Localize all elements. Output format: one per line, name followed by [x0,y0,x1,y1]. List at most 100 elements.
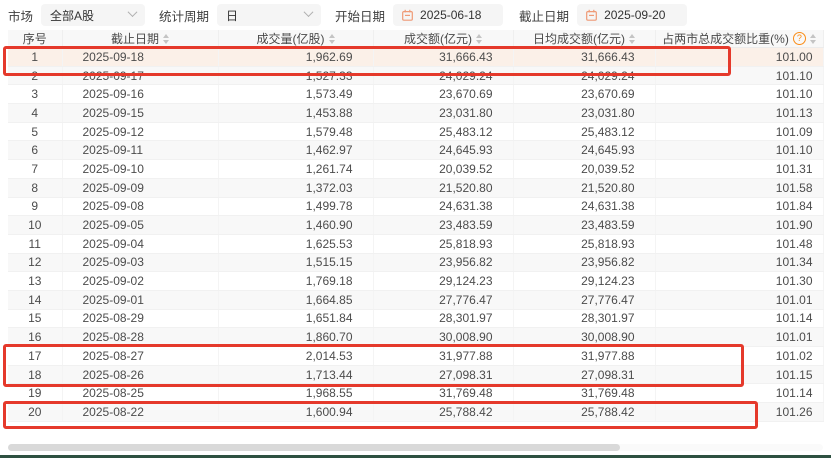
cell-amount: 21,520.80 [373,178,513,197]
cell-volume: 1,962.69 [218,48,373,67]
cell-pct-of-total: 101.01 [655,328,823,347]
horizontal-scrollbar-track[interactable] [8,444,823,451]
cell-volume: 1,372.03 [218,178,373,197]
end-date-picker[interactable]: 2025-09-20 [577,4,687,26]
cell-pct-of-total: 101.26 [655,403,823,422]
table-row: 14 2025-09-01 1,664.85 27,776.47 27,776.… [8,290,823,309]
cell-index: 20 [8,403,62,422]
table-row: 16 2025-08-28 1,860.70 30,008.90 30,008.… [8,328,823,347]
cell-index: 8 [8,178,62,197]
table-row: 18 2025-08-26 1,713.44 27,098.31 27,098.… [8,365,823,384]
end-date-label: 截止日期 [519,6,569,25]
cell-pct-of-total: 101.10 [655,141,823,160]
cell-daily-avg-amount: 21,520.80 [513,178,655,197]
market-stats-page: 市场 全部A股 统计周期 日 开始日期 2025-06-18 截止日期 [0,0,831,458]
market-turnover-table: 序号 截止日期 成交量(亿股) 成交额(亿元) [8,30,824,422]
cell-volume: 1,769.18 [218,272,373,291]
cell-daily-avg-amount: 28,301.97 [513,309,655,328]
cell-index: 14 [8,290,62,309]
cell-amount: 27,776.47 [373,290,513,309]
cell-amount: 31,666.43 [373,48,513,67]
cell-end-date: 2025-09-18 [62,48,218,67]
cell-daily-avg-amount: 27,776.47 [513,290,655,309]
col-header-pct-of-total[interactable]: 占两市总成交额比重(%) ? [655,30,823,48]
cell-amount: 23,483.59 [373,216,513,235]
cell-index: 1 [8,48,62,67]
cell-amount: 31,769.48 [373,384,513,403]
cell-end-date: 2025-09-17 [62,66,218,85]
col-header-amount[interactable]: 成交额(亿元) [373,30,513,48]
cell-daily-avg-amount: 25,483.12 [513,122,655,141]
cell-index: 7 [8,160,62,179]
horizontal-scrollbar-thumb[interactable] [8,444,620,451]
table-row: 15 2025-08-29 1,651.84 28,301.97 28,301.… [8,309,823,328]
cell-volume: 1,527.33 [218,66,373,85]
market-label: 市场 [8,6,33,25]
cell-daily-avg-amount: 30,008.90 [513,328,655,347]
cell-daily-avg-amount: 24,631.38 [513,197,655,216]
cell-pct-of-total: 101.14 [655,384,823,403]
cell-pct-of-total: 101.02 [655,347,823,366]
calendar-icon [401,9,414,22]
col-header-daily-avg-amount[interactable]: 日均成交额(亿元) [513,30,655,48]
cell-volume: 1,600.94 [218,403,373,422]
cell-pct-of-total: 101.14 [655,309,823,328]
table-header-row: 序号 截止日期 成交量(亿股) 成交额(亿元) [8,30,823,48]
cell-end-date: 2025-08-25 [62,384,218,403]
cell-amount: 23,956.82 [373,253,513,272]
help-circle-icon[interactable]: ? [793,32,806,45]
cell-index: 10 [8,216,62,235]
cell-pct-of-total: 101.84 [655,197,823,216]
cell-volume: 1,713.44 [218,365,373,384]
sort-icon[interactable] [329,34,335,44]
sort-icon[interactable] [629,34,635,44]
cell-volume: 1,625.53 [218,234,373,253]
table-row: 1 2025-09-18 1,962.69 31,666.43 31,666.4… [8,48,823,67]
cell-end-date: 2025-09-10 [62,160,218,179]
cell-end-date: 2025-09-04 [62,234,218,253]
market-select[interactable]: 全部A股 [41,4,145,26]
col-header-volume[interactable]: 成交量(亿股) [218,30,373,48]
cell-daily-avg-amount: 31,666.43 [513,48,655,67]
cell-daily-avg-amount: 27,098.31 [513,365,655,384]
cell-volume: 1,261.74 [218,160,373,179]
cell-end-date: 2025-09-01 [62,290,218,309]
table-row: 2 2025-09-17 1,527.33 24,029.24 24,029.2… [8,66,823,85]
market-select-value: 全部A股 [50,7,94,24]
table-row: 9 2025-09-08 1,499.78 24,631.38 24,631.3… [8,197,823,216]
sort-icon[interactable] [163,34,169,44]
cell-end-date: 2025-09-16 [62,85,218,104]
calendar-icon [585,9,598,22]
chevron-down-icon [304,7,314,17]
cell-amount: 24,029.24 [373,66,513,85]
cell-index: 18 [8,365,62,384]
start-date-picker[interactable]: 2025-06-18 [393,4,503,26]
cell-daily-avg-amount: 23,956.82 [513,253,655,272]
cell-daily-avg-amount: 23,483.59 [513,216,655,235]
cell-amount: 25,788.42 [373,403,513,422]
sort-icon[interactable] [810,34,816,44]
table-row: 6 2025-09-11 1,462.97 24,645.93 24,645.9… [8,141,823,160]
period-select[interactable]: 日 [217,4,321,26]
cell-volume: 1,860.70 [218,328,373,347]
cell-amount: 24,645.93 [373,141,513,160]
table-row: 4 2025-09-15 1,453.88 23,031.80 23,031.8… [8,104,823,123]
cell-volume: 1,664.85 [218,290,373,309]
cell-pct-of-total: 101.13 [655,104,823,123]
col-header-end-date[interactable]: 截止日期 [62,30,218,48]
table-row: 8 2025-09-09 1,372.03 21,520.80 21,520.8… [8,178,823,197]
cell-daily-avg-amount: 25,788.42 [513,403,655,422]
cell-pct-of-total: 101.30 [655,272,823,291]
cell-daily-avg-amount: 20,039.52 [513,160,655,179]
col-header-index: 序号 [8,30,62,48]
period-select-value: 日 [226,7,238,24]
cell-index: 3 [8,85,62,104]
cell-pct-of-total: 101.00 [655,48,823,67]
cell-volume: 1,579.48 [218,122,373,141]
cell-daily-avg-amount: 23,670.69 [513,85,655,104]
cell-volume: 1,453.88 [218,104,373,123]
cell-amount: 20,039.52 [373,160,513,179]
cell-amount: 25,818.93 [373,234,513,253]
cell-volume: 2,014.53 [218,347,373,366]
sort-icon[interactable] [476,34,482,44]
